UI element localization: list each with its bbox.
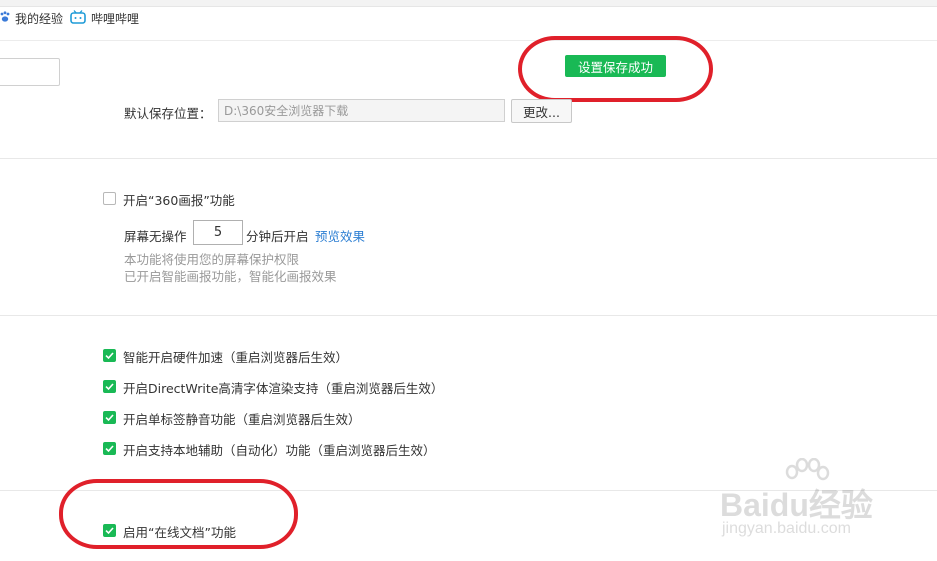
paw-icon [0, 10, 10, 26]
bookmark-item-my-experience[interactable]: 我的经验 [0, 10, 63, 26]
bookmark-label: 我的经验 [15, 11, 64, 26]
screensaver-label: 开启“360画报”功能 [123, 193, 235, 208]
idle-prefix-text: 屏幕无操作 [124, 229, 187, 244]
download-path-value: D:\360安全浏览器下载 [224, 104, 349, 118]
screensaver-hint-2: 已开启智能画报功能，智能化画报效果 [124, 269, 337, 284]
local-assist-label: 开启支持本地辅助（自动化）功能（重启浏览器后生效） [123, 443, 436, 458]
idle-suffix-text: 分钟后开启 [246, 229, 309, 244]
hardware-acceleration-checkbox[interactable] [103, 349, 116, 362]
bookmark-label: 哔哩哔哩 [91, 11, 140, 26]
directwrite-checkbox[interactable] [103, 380, 116, 393]
preview-effect-link[interactable]: 预览效果 [315, 226, 365, 245]
tab-mute-label: 开启单标签静音功能（重启浏览器后生效） [123, 412, 361, 427]
download-path-field[interactable]: D:\360安全浏览器下载 [218, 99, 505, 122]
annotation-circle-online-docs [59, 479, 298, 549]
annotation-circle-toast [518, 36, 713, 102]
screensaver-checkbox[interactable] [103, 192, 116, 205]
change-path-button[interactable]: 更改... [511, 99, 572, 123]
download-location-label: 默认保存位置： [124, 106, 212, 121]
idle-minutes-input[interactable]: 5 [193, 220, 243, 245]
check-icon [105, 445, 114, 453]
directwrite-label: 开启DirectWrite高清字体渲染支持（重启浏览器后生效） [123, 381, 444, 396]
check-icon [105, 414, 114, 422]
check-icon [105, 352, 114, 360]
section-divider [0, 315, 937, 316]
tab-mute-checkbox[interactable] [103, 411, 116, 424]
watermark-url: jingyan.baidu.com [722, 520, 851, 537]
bookmark-item-bilibili[interactable]: 哔哩哔哩 [70, 9, 140, 27]
hardware-acceleration-label: 智能开启硬件加速（重启浏览器后生效） [123, 350, 349, 365]
check-icon [105, 383, 114, 391]
bookmarks-bar [0, 7, 937, 41]
bilibili-tv-icon [70, 9, 86, 27]
settings-search-input[interactable] [0, 58, 60, 86]
browser-top-strip [0, 0, 937, 7]
local-assist-checkbox[interactable] [103, 442, 116, 455]
section-divider [0, 158, 937, 159]
baidu-experience-watermark: Baidu经验 jingyan.baidu.com [720, 458, 930, 548]
